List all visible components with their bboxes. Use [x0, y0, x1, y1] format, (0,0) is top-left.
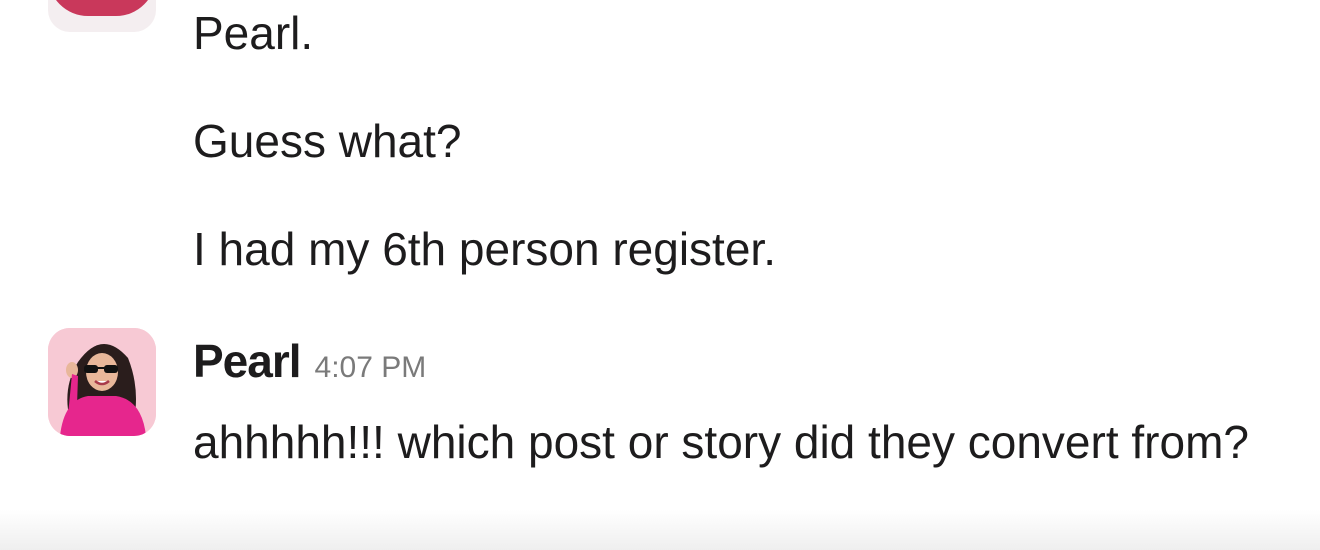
message-text: ahhhhh!!! which post or story did they c… — [193, 416, 1249, 468]
message-text: I had my 6th person register. — [193, 223, 776, 275]
sender-name[interactable]: Pearl — [193, 334, 302, 388]
avatar-image — [48, 0, 156, 16]
avatar-photo — [48, 328, 156, 436]
message-header: Pearl 4:07 PM — [193, 334, 426, 390]
message-text: Pearl. — [193, 7, 314, 59]
composer-shadow — [0, 510, 1320, 550]
chat-view: Pearl. Guess what? I had my 6th person r… — [0, 0, 1320, 550]
message-timestamp[interactable]: 4:07 PM — [315, 351, 427, 385]
sender-avatar[interactable] — [48, 328, 156, 436]
message-text: Guess what? — [193, 115, 462, 167]
avatar[interactable] — [48, 0, 156, 32]
